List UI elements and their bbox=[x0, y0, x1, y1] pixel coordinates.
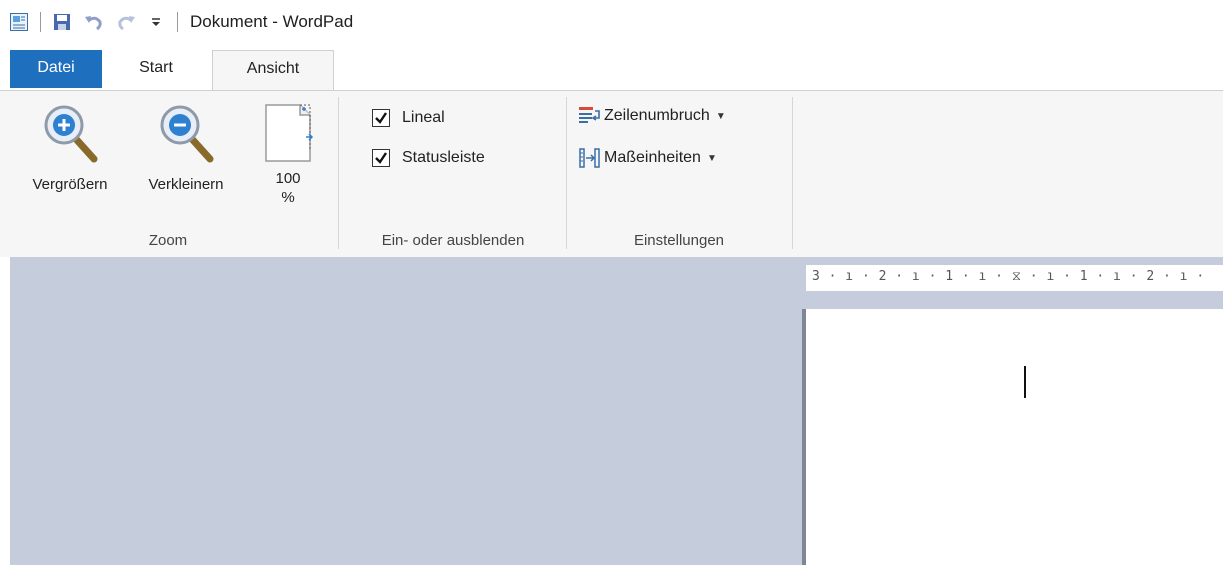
show-hide-group: Lineal Statusleiste Ein- oder ausblenden bbox=[340, 91, 566, 257]
quick-access-toolbar bbox=[0, 0, 188, 44]
window-title: Dokument - WordPad bbox=[190, 12, 354, 31]
save-icon[interactable] bbox=[51, 11, 73, 33]
document-workspace: 3 · ı · 2 · ı · 1 · ı · ⧖ · ı · 1 · ı · … bbox=[0, 257, 1223, 565]
statusbar-checkbox[interactable] bbox=[372, 149, 390, 167]
title-bar: Dokument - WordPad bbox=[0, 0, 1223, 44]
ruler-checkbox[interactable] bbox=[372, 109, 390, 127]
zoom-100-label-percent: % bbox=[281, 189, 295, 206]
zoom-out-icon bbox=[125, 101, 247, 165]
statusbar-checkbox-label: Statusleiste bbox=[402, 149, 485, 166]
zoom-group-label: Zoom bbox=[148, 232, 188, 249]
units-dropdown[interactable]: Maßeinheiten ▼ bbox=[578, 147, 717, 169]
text-cursor bbox=[1024, 366, 1026, 398]
group-separator bbox=[792, 97, 793, 249]
wordpad-app-icon[interactable] bbox=[8, 11, 30, 33]
redo-icon[interactable] bbox=[115, 11, 137, 33]
ruler-checkbox-row[interactable]: Lineal bbox=[372, 109, 445, 127]
ribbon-tabs: Datei Start Ansicht bbox=[0, 50, 1223, 91]
toolbar-separator bbox=[40, 12, 41, 32]
checkmark-icon bbox=[375, 112, 387, 124]
checkmark-icon bbox=[375, 152, 387, 164]
word-wrap-dropdown[interactable]: Zeilenumbruch ▼ bbox=[578, 105, 726, 127]
chevron-down-icon: ▼ bbox=[715, 110, 726, 122]
zoom-in-label: Vergrößern bbox=[32, 176, 108, 193]
customize-dropdown-icon[interactable] bbox=[145, 11, 167, 33]
show-hide-group-label: Ein- oder ausblenden bbox=[381, 232, 525, 249]
word-wrap-label: Zeilenumbruch bbox=[604, 107, 710, 124]
ruler-scale: 3 · ı · 2 · ı · 1 · ı · ⧖ · ı · 1 · ı · … bbox=[812, 269, 1205, 284]
group-separator bbox=[338, 97, 339, 249]
units-label: Maßeinheiten bbox=[604, 149, 701, 166]
settings-group: Zeilenumbruch ▼ Maßeinheiten ▼ Einstellu… bbox=[568, 91, 790, 257]
ribbon: Vergrößern Verkleinern 100 % Zoom Lineal… bbox=[0, 90, 1223, 258]
settings-group-label: Einstellungen bbox=[633, 232, 725, 249]
tab-ansicht[interactable]: Ansicht bbox=[212, 50, 334, 91]
zoom-out-button[interactable]: Verkleinern bbox=[125, 99, 247, 194]
undo-icon[interactable] bbox=[83, 11, 105, 33]
word-wrap-icon bbox=[578, 105, 602, 127]
zoom-in-icon bbox=[20, 101, 120, 165]
toolbar-separator bbox=[177, 12, 178, 32]
zoom-group: Vergrößern Verkleinern 100 % Zoom bbox=[0, 91, 336, 257]
document-page[interactable] bbox=[806, 309, 1223, 565]
workspace-left-edge bbox=[0, 257, 10, 565]
zoom-100-button[interactable]: 100 % bbox=[258, 99, 318, 207]
zoom-100-icon bbox=[258, 101, 318, 165]
zoom-100-label-value: 100 bbox=[275, 170, 301, 187]
chevron-down-icon: ▼ bbox=[706, 152, 717, 164]
zoom-in-button[interactable]: Vergrößern bbox=[20, 99, 120, 194]
horizontal-ruler[interactable]: 3 · ı · 2 · ı · 1 · ı · ⧖ · ı · 1 · ı · … bbox=[806, 265, 1223, 291]
ruler-checkbox-label: Lineal bbox=[402, 109, 445, 126]
statusbar-checkbox-row[interactable]: Statusleiste bbox=[372, 149, 485, 167]
tab-datei[interactable]: Datei bbox=[10, 50, 102, 88]
zoom-out-label: Verkleinern bbox=[148, 176, 224, 193]
group-separator bbox=[566, 97, 567, 249]
tab-start[interactable]: Start bbox=[104, 50, 208, 90]
measurement-units-icon bbox=[578, 147, 602, 169]
